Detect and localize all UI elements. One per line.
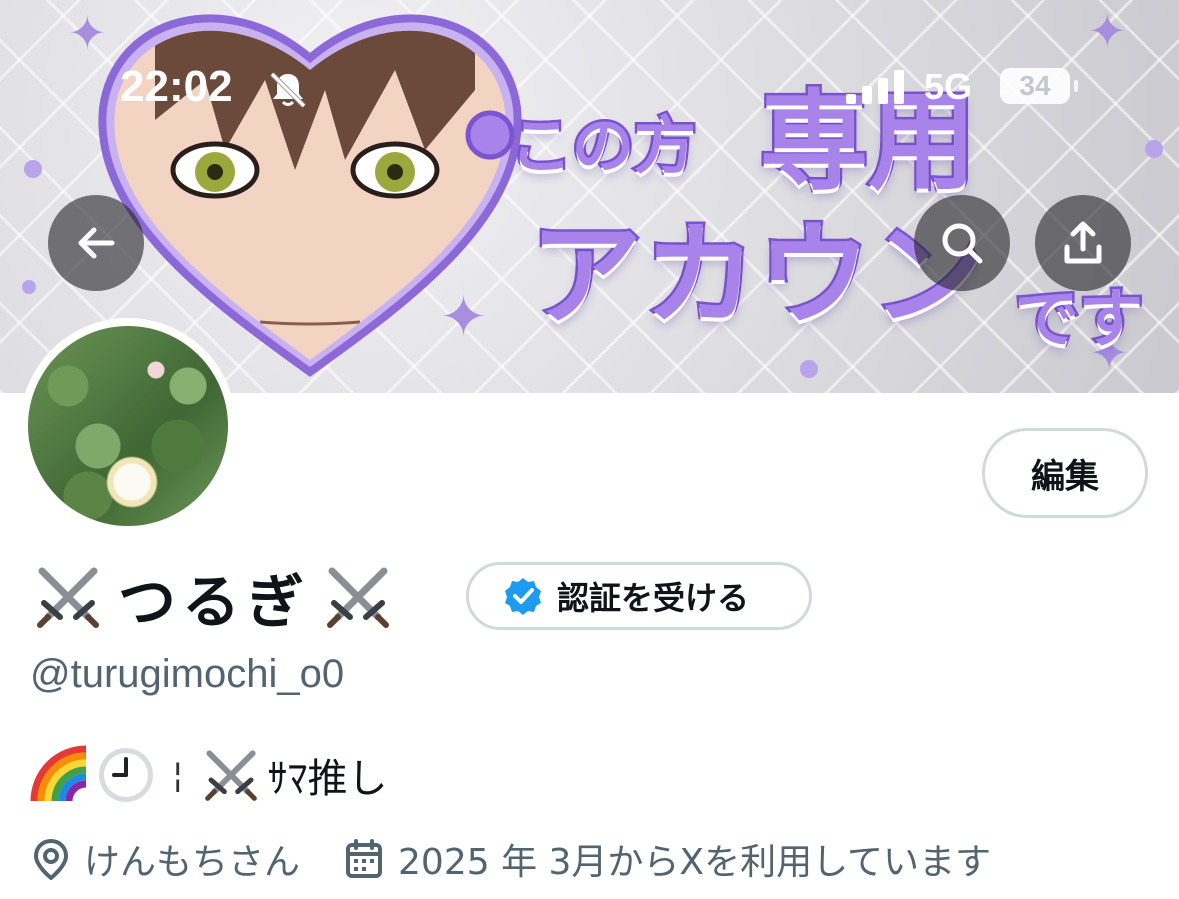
avatar[interactable] [20,318,236,534]
dot-decoration [800,360,818,378]
network-type: 5G [924,66,973,107]
search-icon [942,223,983,264]
verified-badge-icon [505,578,541,615]
rainbow-icon [30,745,87,802]
dot-decoration [24,160,42,178]
location-text: けんもちさん [84,842,301,883]
bell-muted-icon [270,72,306,108]
location-item: けんもちさん [32,833,300,885]
crossed-swords-icon [37,567,99,628]
status-time: 22:02 [120,62,233,111]
joined-date-text: 2025 年 3月からXを利用しています [398,842,992,883]
bio-text: ｻﾏ推し [267,756,388,802]
bio-separator: ¦ [172,755,184,795]
edit-profile-button[interactable]: 編集 [982,428,1148,518]
back-button[interactable] [48,195,144,291]
battery-icon: 34 [1000,68,1078,104]
calendar-icon [346,839,383,878]
joined-item: 2025 年 3月からXを利用しています [344,833,991,885]
arrow-left-icon [78,227,115,259]
display-name: つるぎ [118,568,311,636]
share-button[interactable] [1035,195,1131,291]
location-pin-icon [33,838,69,880]
profile-meta: けんもちさん 2025 年 3月からXを利用しています [32,833,991,885]
banner-text: この方 [507,107,698,185]
banner-text: アカウン [528,209,987,344]
username-handle: @turugimochi_o0 [30,652,345,696]
sparkle-decoration: ✦ [1088,4,1127,58]
display-name-row: つるぎ [32,555,394,639]
dot-decoration [22,280,36,294]
dot-decoration [1145,140,1163,158]
search-button[interactable] [914,195,1010,291]
share-icon [1064,221,1102,264]
get-verified-label: 認証を受ける [557,579,750,617]
avatar-image [28,326,228,526]
clock-icon [99,748,153,802]
get-verified-button[interactable]: 認証を受ける [466,562,812,630]
profile-bio: ¦ ｻﾏ推し [30,745,387,805]
crossed-swords-icon [327,567,390,628]
cellular-signal-icon [846,70,904,104]
crossed-swords-icon [205,750,258,801]
